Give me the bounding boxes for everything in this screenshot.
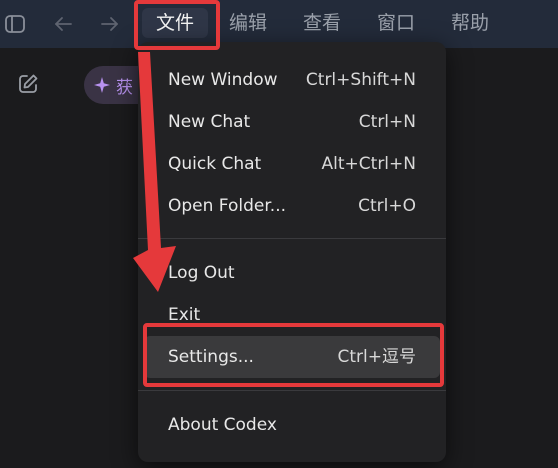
menu-item-label: Quick Chat [168,154,262,174]
menubar: 文件 编辑 查看 窗口 帮助 [0,0,558,48]
menu-edit[interactable]: 编辑 [220,8,276,38]
menu-item-label: About Codex [168,415,277,435]
menu-item-open-folder[interactable]: Open Folder... Ctrl+O [138,185,446,227]
menu-item-quick-chat[interactable]: Quick Chat Alt+Ctrl+N [138,143,446,185]
menu-item-new-window[interactable]: New Window Ctrl+Shift+N [138,59,446,101]
sidebar-toggle-icon[interactable] [2,11,28,37]
menu-separator [138,238,446,239]
sparkle-icon [94,77,110,93]
menu-item-log-out[interactable]: Log Out [138,252,446,294]
arrow-left-icon[interactable] [50,11,76,37]
edit-icon[interactable] [14,70,42,98]
menu-item-shortcut: Ctrl+O [358,196,416,216]
menu-item-shortcut: Ctrl+N [358,112,416,132]
pill-label: 获 [116,77,133,98]
menu-item-label: New Chat [168,112,251,132]
menu-item-about[interactable]: About Codex [138,404,446,446]
menu-view[interactable]: 查看 [294,8,350,38]
menu-item-shortcut: Alt+Ctrl+N [321,154,416,174]
app-window: 文件 编辑 查看 窗口 帮助 获 New Window Ctrl+Shift+N… [0,0,558,468]
menu-help[interactable]: 帮助 [442,8,498,38]
annotation-box-file-menu [134,0,220,50]
menu-item-label: Open Folder... [168,196,286,216]
annotation-box-settings [143,323,444,387]
menu-item-label: Log Out [168,263,235,283]
menu-item-shortcut: Ctrl+Shift+N [305,70,416,90]
menu-window[interactable]: 窗口 [368,8,424,38]
menu-separator [138,390,446,391]
menu-item-new-chat[interactable]: New Chat Ctrl+N [138,101,446,143]
arrow-right-icon[interactable] [97,11,123,37]
file-menu-dropdown: New Window Ctrl+Shift+N New Chat Ctrl+N … [138,42,446,462]
menu-item-label: New Window [168,70,278,90]
